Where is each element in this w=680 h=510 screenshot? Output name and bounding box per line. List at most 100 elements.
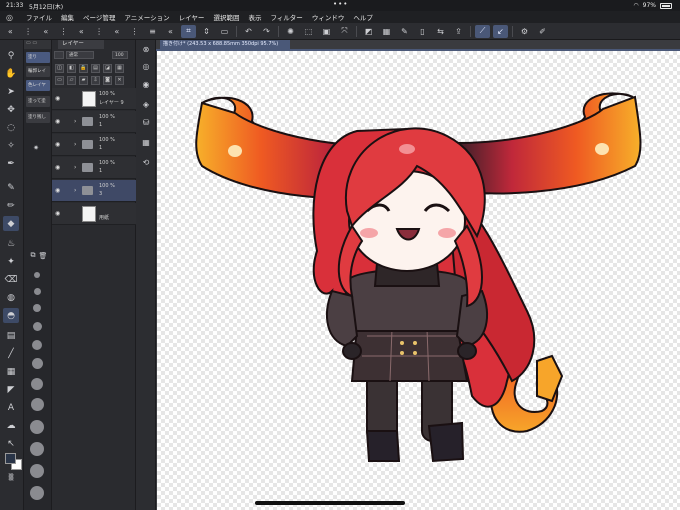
- collapse-icon[interactable]: «: [163, 25, 178, 38]
- sparkle-icon[interactable]: ✷: [28, 140, 44, 155]
- multitask-dots-icon[interactable]: •••: [333, 0, 348, 8]
- ruler-tool-icon[interactable]: ◤: [3, 382, 19, 397]
- layer-row[interactable]: ◉ › 100 % 1: [52, 157, 136, 179]
- ruler-snap-icon[interactable]: ⌗: [181, 24, 196, 38]
- color-wheel-icon[interactable]: ◉: [140, 78, 152, 90]
- operation-icon[interactable]: ➤: [3, 84, 19, 99]
- brush-size-preset[interactable]: [30, 464, 44, 478]
- grip-icon[interactable]: ⋮: [127, 25, 142, 38]
- brush-size-preset[interactable]: [30, 420, 44, 434]
- eraser-icon[interactable]: ⌫: [3, 272, 19, 287]
- opacity-field[interactable]: 100: [112, 51, 128, 59]
- menu-file[interactable]: ファイル: [26, 12, 52, 22]
- zoom-icon[interactable]: ⚲: [3, 48, 19, 63]
- select-all-icon[interactable]: ▣: [319, 25, 334, 38]
- layer-mask-icon[interactable]: ◙: [103, 75, 112, 85]
- transparent-color-icon[interactable]: ▒: [3, 470, 19, 485]
- menu-window[interactable]: ウィンドウ: [312, 12, 345, 22]
- auto-select-icon[interactable]: ✧: [3, 138, 19, 153]
- layer-row[interactable]: ◉ › 100 % 1: [52, 111, 136, 133]
- lock-icon[interactable]: 🔒: [79, 63, 88, 73]
- brush-size-preset[interactable]: [34, 272, 40, 278]
- layer-row[interactable]: ◉ 100 % レイヤー 9: [52, 88, 136, 110]
- layer-tab[interactable]: レイヤー: [58, 40, 104, 49]
- delete-layer-icon[interactable]: ✕: [115, 75, 124, 85]
- main-color-swatch[interactable]: [5, 453, 16, 464]
- app-logo-icon[interactable]: ◎: [6, 13, 18, 22]
- spinner-icon[interactable]: ✺: [283, 25, 298, 38]
- undo-icon[interactable]: ↶: [241, 25, 256, 38]
- fill-icon[interactable]: ◩: [361, 25, 376, 38]
- document-tab[interactable]: 描き付け* (243.53 x 688.85mm 350dpi 95.7%): [160, 40, 290, 49]
- brush-size-preset[interactable]: [31, 398, 44, 411]
- share-icon[interactable]: ⇪: [451, 25, 466, 38]
- clip-icon[interactable]: ◫: [55, 63, 64, 73]
- lock-transparent-icon[interactable]: ▤: [91, 63, 100, 73]
- layer-props-icon[interactable]: ▦: [140, 136, 152, 148]
- new-vector-icon[interactable]: ▱: [67, 75, 76, 85]
- brush-size-preset[interactable]: [31, 378, 43, 390]
- flip-icon[interactable]: ⇆: [433, 25, 448, 38]
- sub-tool-paint-over[interactable]: 塗って塗: [26, 96, 50, 107]
- menu-edit[interactable]: 編集: [61, 12, 74, 22]
- edit-icon[interactable]: ✐: [535, 25, 550, 38]
- brush-size-preset[interactable]: [33, 322, 42, 331]
- eye-icon[interactable]: ◉: [55, 210, 60, 217]
- fill-bucket-icon[interactable]: ◓: [3, 308, 19, 323]
- sub-tool-fill[interactable]: 塗り: [26, 52, 50, 63]
- brush-size-preset[interactable]: [32, 340, 42, 350]
- stroke-correction-icon[interactable]: ↙: [493, 24, 508, 38]
- collapse-icon[interactable]: «: [74, 25, 89, 38]
- eyedropper-icon[interactable]: ✒: [3, 156, 19, 171]
- correct-line-icon[interactable]: ↖: [3, 436, 19, 451]
- brush-size-preset[interactable]: [33, 304, 41, 312]
- decoration-icon[interactable]: ✦: [3, 254, 19, 269]
- blend-icon[interactable]: ◍: [3, 290, 19, 305]
- mask-icon[interactable]: ◪: [103, 63, 112, 73]
- menu-page[interactable]: ページ管理: [83, 12, 115, 22]
- sub-tool-unpainted[interactable]: 塗り残し: [26, 112, 50, 123]
- brush-size-preset[interactable]: [30, 442, 44, 456]
- merge-down-icon[interactable]: ⇩: [91, 75, 100, 85]
- brush-size-preset[interactable]: [34, 288, 41, 295]
- eye-icon[interactable]: ◉: [55, 141, 60, 148]
- balloon-icon[interactable]: ☁: [3, 418, 19, 433]
- new-folder-icon[interactable]: ▰: [79, 75, 88, 85]
- gradient-icon[interactable]: ▤: [3, 328, 19, 343]
- history-icon[interactable]: ⟲: [140, 156, 152, 168]
- eye-icon[interactable]: ◉: [55, 95, 60, 102]
- clear-icon[interactable]: ▦: [379, 25, 394, 38]
- text-icon[interactable]: A: [3, 400, 19, 415]
- brush-icon[interactable]: ◆: [3, 216, 19, 231]
- collapse-icon[interactable]: «: [39, 25, 54, 38]
- brush-size-preset[interactable]: [30, 486, 44, 500]
- menu-layer[interactable]: レイヤー: [179, 12, 205, 22]
- close-canvas-icon[interactable]: ⊗: [140, 43, 152, 55]
- airbrush-icon[interactable]: ♨: [3, 236, 19, 251]
- navigator-icon[interactable]: ◎: [140, 60, 152, 72]
- eraser-icon[interactable]: ▭: [217, 25, 232, 38]
- menu-animation[interactable]: アニメーション: [124, 12, 169, 22]
- menu-filter[interactable]: フィルター: [270, 12, 302, 22]
- sub-view-icon[interactable]: ◈: [140, 98, 152, 110]
- canvas-paper[interactable]: [157, 51, 680, 510]
- chevron-right-icon[interactable]: ›: [74, 141, 76, 148]
- redo-icon[interactable]: ↷: [259, 25, 274, 38]
- new-raster-icon[interactable]: ▭: [55, 75, 64, 85]
- menu-help[interactable]: ヘルプ: [353, 12, 373, 22]
- collapse-icon[interactable]: «: [110, 25, 125, 38]
- grip-icon[interactable]: ⋮: [92, 25, 107, 38]
- settings-icon[interactable]: ⚙: [517, 25, 532, 38]
- frame-icon[interactable]: ▦: [3, 364, 19, 379]
- eye-icon[interactable]: ◉: [55, 164, 60, 171]
- sub-tool-outline[interactable]: 輪郭レイ: [26, 66, 50, 77]
- eye-icon[interactable]: ◉: [55, 187, 60, 194]
- stepper-icon[interactable]: ⇕: [199, 25, 214, 38]
- layer-row-selected[interactable]: ◉ › 100 % 3: [52, 180, 136, 202]
- layer-row-paper[interactable]: ◉ 用紙: [52, 203, 136, 225]
- deselect-icon[interactable]: ⬚: [301, 25, 316, 38]
- collapse-icon[interactable]: «: [3, 25, 18, 38]
- layer-color-box[interactable]: [54, 51, 64, 59]
- hand-icon[interactable]: ✋: [3, 66, 19, 81]
- menu-icon[interactable]: ≡: [145, 25, 160, 38]
